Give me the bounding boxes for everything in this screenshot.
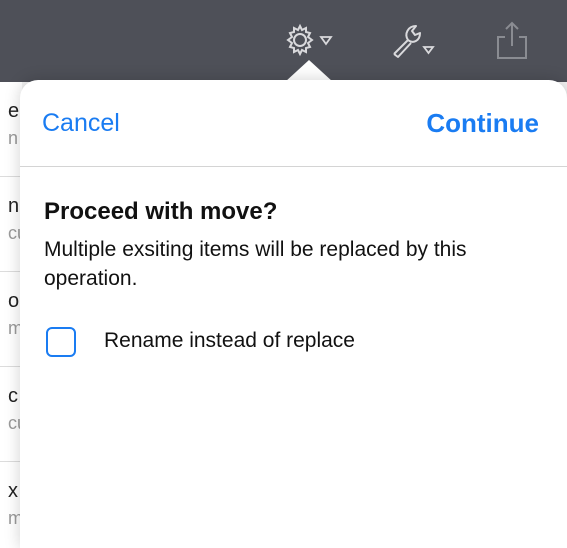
gear-menu-button[interactable] bbox=[283, 20, 343, 60]
background-list: e n n cu o m c cu x m bbox=[0, 82, 22, 548]
dialog-title: Proceed with move? bbox=[44, 198, 278, 225]
list-item-title: e bbox=[8, 100, 20, 122]
list-item[interactable]: n cu bbox=[0, 177, 22, 272]
rename-checkbox[interactable] bbox=[46, 327, 76, 357]
popover-arrow bbox=[285, 60, 333, 82]
top-toolbar bbox=[0, 0, 567, 82]
continue-button[interactable]: Continue bbox=[426, 108, 539, 139]
gear-icon bbox=[286, 23, 333, 57]
chevron-down-icon bbox=[422, 46, 435, 55]
move-confirmation-popover: Cancel Continue Proceed with move? Multi… bbox=[20, 80, 567, 548]
share-button[interactable] bbox=[492, 20, 532, 60]
chevron-down-icon bbox=[319, 36, 333, 46]
list-item-title: x bbox=[8, 480, 18, 502]
list-item[interactable]: o m bbox=[0, 272, 22, 367]
wrench-icon bbox=[393, 25, 435, 58]
list-item-title: c bbox=[8, 385, 18, 407]
list-item[interactable]: x m bbox=[0, 462, 22, 548]
list-item[interactable]: c cu bbox=[0, 367, 22, 462]
rename-option-label: Rename instead of replace bbox=[104, 329, 355, 352]
dialog-message: Multiple exsiting items will be replaced… bbox=[44, 238, 467, 290]
list-item-title: o bbox=[8, 290, 20, 312]
share-icon bbox=[497, 21, 527, 59]
list-item-title: n bbox=[8, 195, 20, 217]
popover-nav-bar: Cancel Continue bbox=[20, 80, 567, 167]
list-item-subtitle: n bbox=[8, 128, 19, 148]
cancel-button[interactable]: Cancel bbox=[42, 109, 120, 138]
wrench-menu-button[interactable] bbox=[388, 20, 438, 60]
app-screen: e n n cu o m c cu x m Cancel Continue Pr… bbox=[0, 0, 567, 548]
list-item[interactable]: e n bbox=[0, 82, 22, 177]
